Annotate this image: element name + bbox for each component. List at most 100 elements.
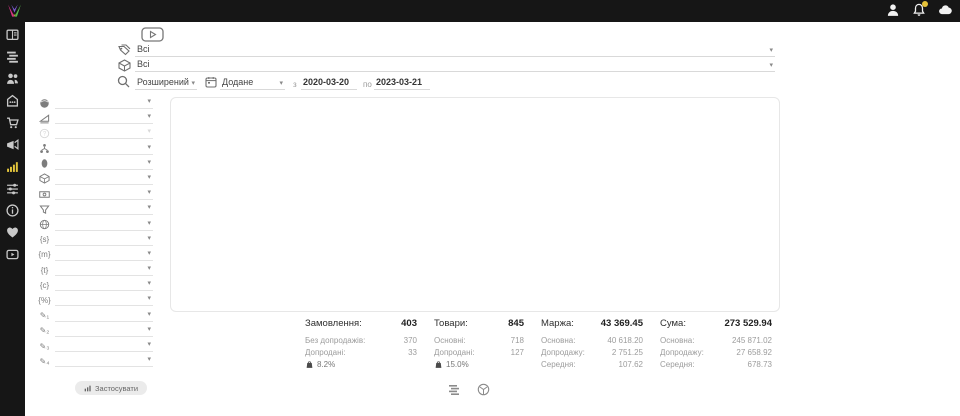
chevron-down-icon[interactable]: ▾ [147,235,151,242]
chevron-down-icon[interactable]: ▾ [769,61,773,69]
date-field-select[interactable]: Додане ▾ [220,74,285,90]
stat-title: Сума: [660,318,686,329]
sidebar-item-cart[interactable] [6,116,20,129]
filter-select-globe-grid[interactable] [55,218,153,231]
sidebar-item-settings-sliders[interactable] [6,182,20,195]
filter-select-package[interactable] [55,172,153,185]
chevron-down-icon[interactable]: ▾ [191,79,195,87]
date-to-value: 2023-03-21 [376,77,422,87]
sidebar-item-dashboard[interactable] [6,28,20,41]
custom-field-3-icon: ✎₃ [38,340,51,352]
sidebar-item-statistics[interactable] [6,160,20,173]
status-filter-field[interactable]: Всі ▾ [135,42,775,57]
date-from-input[interactable]: 2020-03-20 [301,74,357,90]
dashboard-icon [6,28,19,41]
filter-row-var-percent: {%}▾ [25,293,165,308]
filter-select-custom-field-1[interactable] [55,309,153,322]
filter-select-fingerprint[interactable] [55,157,153,170]
chevron-down-icon[interactable]: ▾ [147,174,151,181]
product-filter-field[interactable]: Всі ▾ [135,57,775,72]
sidebar-item-store[interactable] [6,94,20,107]
filter-select-var-s[interactable] [55,233,153,246]
filter-select-var-c[interactable] [55,278,153,291]
filter-row-custom-field-1: ✎₁▾ [25,309,165,324]
filter-select-level[interactable] [55,111,153,124]
stat-sub-value: 678.73 [748,359,772,371]
filter-select-var-percent[interactable] [55,293,153,306]
stat-column: Товари:845Основні:718Допродані:12715.0% [434,318,524,371]
notification-badge [922,1,928,7]
date-to-label: по [363,80,372,89]
level-icon [39,113,50,124]
sidebar-item-clients[interactable] [6,72,20,85]
bell-button[interactable] [912,3,926,19]
stat-sub-value: 27 658.92 [736,347,772,359]
chevron-down-icon[interactable]: ▾ [279,79,283,87]
var-s-icon: {s} [38,234,51,246]
search-mode-select[interactable]: Розширений ▾ [135,74,197,90]
stat-sub-label: Допродажу: [541,347,585,359]
chevron-down-icon[interactable]: ▾ [147,280,151,287]
stat-title-row: Маржа:43 369.45 [541,318,643,329]
sidebar-item-orders-list[interactable] [6,50,20,63]
chevron-down-icon[interactable]: ▾ [147,250,151,257]
banknote-icon [38,188,51,200]
hierarchy-icon [38,143,51,155]
filter-row-funnel: ▾ [25,202,165,217]
package-icon [118,59,131,72]
sidebar-item-video[interactable] [6,248,20,261]
chevron-down-icon[interactable]: ▾ [147,113,151,120]
chevron-down-icon[interactable]: ▾ [147,326,151,333]
stat-sub-label: Допродані: [434,347,475,359]
stat-sub-row: Середня:107.62 [541,359,643,371]
filter-select-banknote[interactable] [55,187,153,200]
filter-select-custom-field-3[interactable] [55,339,153,352]
date-to-input[interactable]: 2023-03-21 [374,74,430,90]
chevron-down-icon[interactable]: ▾ [147,204,151,211]
filter-select-custom-field-4[interactable] [55,354,153,367]
chevron-down-icon[interactable]: ▾ [147,128,151,135]
search-icon[interactable] [117,75,130,88]
package-icon[interactable] [477,383,490,396]
filter-select-funnel[interactable] [55,202,153,215]
stat-column: Замовлення:403Без допродажів:370Допродан… [305,318,417,371]
filter-select-custom-field-2[interactable] [55,324,153,337]
stat-sub-value: 2 751.25 [612,347,643,359]
sidebar-item-info[interactable] [6,204,20,217]
brand-logo-icon[interactable] [6,3,23,19]
orders-list-icon [6,50,19,63]
filter-select-help[interactable] [55,126,153,139]
fingerprint-icon [39,158,50,169]
filter-select-var-t[interactable] [55,263,153,276]
stat-sub-label: Основна: [660,335,694,347]
apply-filters-button[interactable]: Застосувати [75,381,147,395]
package-icon [39,173,50,184]
sidebar-item-loyalty[interactable] [6,226,20,239]
chevron-down-icon[interactable]: ▾ [147,189,151,196]
chevron-down-icon[interactable]: ▾ [769,46,773,54]
chevron-down-icon[interactable]: ▾ [147,295,151,302]
chevron-down-icon[interactable]: ▾ [147,98,151,105]
filter-row-banknote: ▾ [25,187,165,202]
filter-select-globe[interactable] [55,96,153,109]
stat-sub-row: Допродажу:27 658.92 [660,347,772,359]
chevron-down-icon[interactable]: ▾ [147,220,151,227]
chevron-down-icon[interactable]: ▾ [147,144,151,151]
orders-list-icon[interactable] [448,383,461,396]
chevron-down-icon[interactable]: ▾ [147,159,151,166]
var-c-icon: {c} [38,279,51,291]
chevron-down-icon[interactable]: ▾ [147,356,151,363]
support-cloud-button[interactable] [938,3,952,19]
help-icon: ? [38,127,51,139]
sidebar-item-marketing[interactable] [6,138,20,151]
filter-select-hierarchy[interactable] [55,142,153,155]
banknote-icon [39,189,50,200]
chevron-down-icon[interactable]: ▾ [147,311,151,318]
user-button[interactable] [886,3,900,19]
filter-select-var-m[interactable] [55,248,153,261]
chevron-down-icon[interactable]: ▾ [147,265,151,272]
stat-title: Маржа: [541,318,574,329]
var-m-icon: {m} [38,249,51,261]
screen-icon[interactable] [141,27,164,42]
chevron-down-icon[interactable]: ▾ [147,341,151,348]
